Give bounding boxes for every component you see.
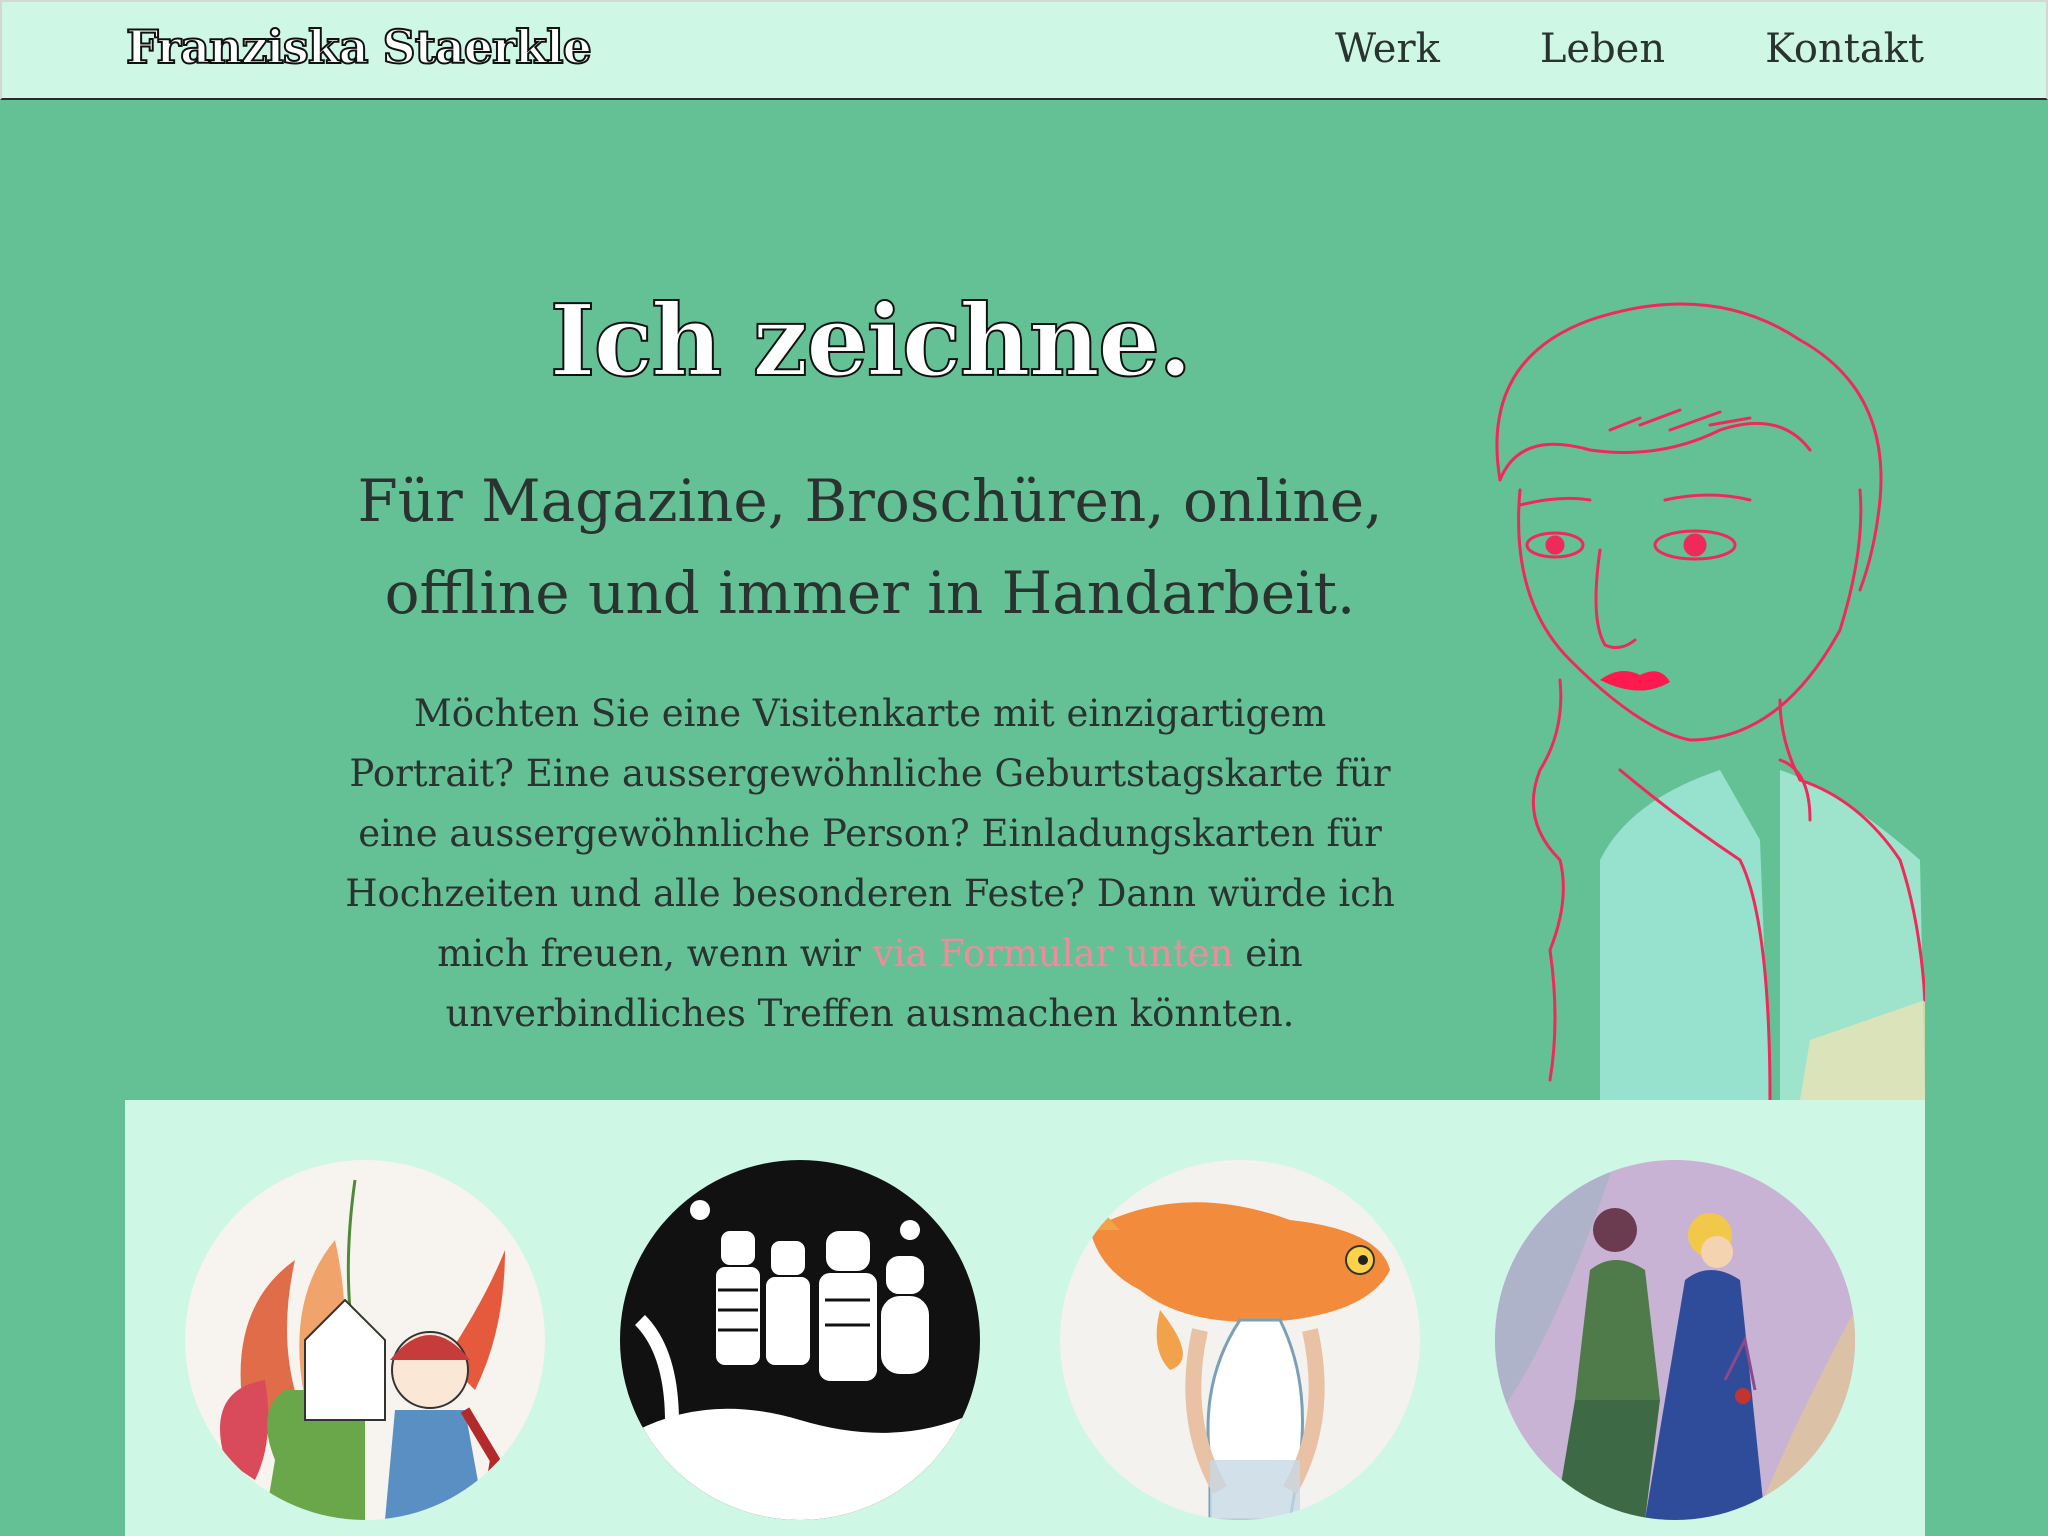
- brand-logo[interactable]: Franziska Staerkle: [125, 19, 593, 75]
- gallery-item-4[interactable]: [1495, 1160, 1855, 1520]
- illustration-animal-figures-icon: [620, 1200, 980, 1520]
- gallery-section: [125, 1100, 1925, 1536]
- hero-subtitle-line-2: offline und immer in Handarbeit.: [384, 559, 1356, 627]
- gallery-item-1[interactable]: [185, 1160, 545, 1520]
- nav-item-leben[interactable]: Leben: [1540, 26, 1665, 72]
- hero-title: Ich zeichne.: [549, 283, 1194, 400]
- illustration-girl-with-plants-icon: [220, 1179, 505, 1520]
- hero-subtitle: Für Magazine, Broschüren, online, offlin…: [340, 455, 1400, 639]
- gallery-item-3[interactable]: [1060, 1160, 1420, 1520]
- main-nav: Werk Leben Kontakt: [1335, 26, 1924, 72]
- hero-subtitle-line-1: Für Magazine, Broschüren, online,: [357, 467, 1383, 535]
- portrait-illustration-icon: [1495, 302, 1925, 1100]
- nav-item-kontakt[interactable]: Kontakt: [1765, 26, 1924, 72]
- illustration-two-women-icon: [1495, 1160, 1855, 1520]
- gallery-item-2[interactable]: [620, 1160, 980, 1520]
- site-header: Franziska Staerkle Werk Leben Kontakt: [0, 0, 2048, 100]
- nav-item-werk[interactable]: Werk: [1335, 26, 1440, 72]
- illustration-goldfish-head-icon: [1072, 1180, 1390, 1520]
- hero-body-text: Möchten Sie eine Visitenkarte mit einzig…: [345, 684, 1395, 1044]
- contact-form-link[interactable]: via Formular unten: [873, 932, 1234, 975]
